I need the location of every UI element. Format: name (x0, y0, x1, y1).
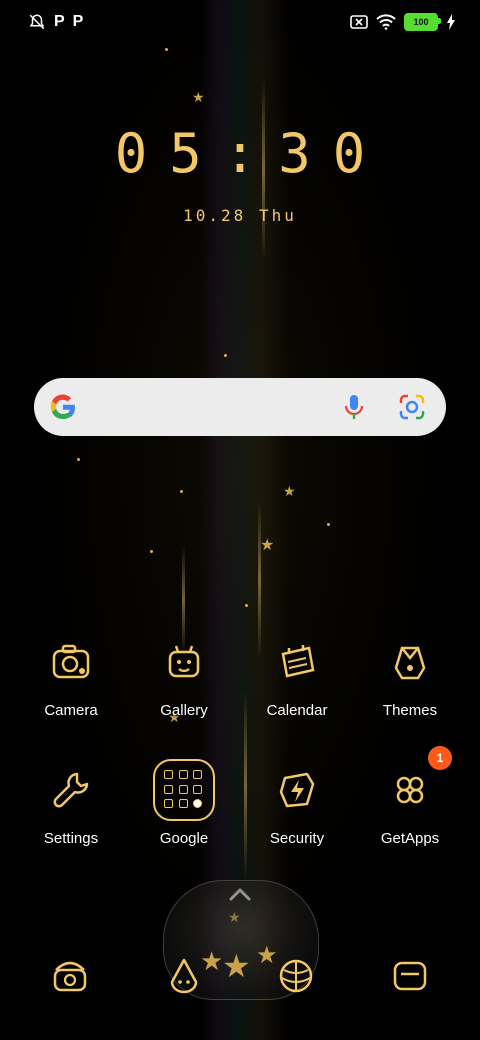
battery-level: 100 (413, 17, 429, 27)
wrench-icon (53, 772, 89, 808)
flower-icon (396, 776, 424, 804)
app-security[interactable]: Security (242, 768, 352, 847)
google-g-icon (50, 394, 76, 420)
wifi-icon (376, 14, 396, 30)
app-label: Calendar (266, 702, 328, 719)
star-decoration: ★ (283, 483, 296, 499)
notes-icon[interactable] (390, 956, 430, 996)
app-label: Themes (382, 702, 438, 719)
app-folder-google[interactable]: Google (129, 759, 239, 847)
app-themes[interactable]: Themes (355, 640, 465, 719)
messages-icon[interactable] (164, 956, 204, 996)
p-icon: P (72, 13, 84, 30)
charging-icon (447, 14, 455, 30)
sparkle-decoration (165, 48, 168, 51)
wallpaper-streak (258, 500, 261, 660)
camera-icon (52, 644, 90, 679)
notification-badge: 1 (428, 746, 452, 770)
app-label: GetApps (380, 830, 440, 847)
p-icon: P (54, 13, 65, 30)
star-decoration: ★ (192, 89, 205, 105)
app-label: Google (159, 830, 209, 847)
app-label: Settings (43, 830, 99, 847)
sparkle-decoration (77, 458, 80, 461)
gallery-icon (168, 645, 200, 678)
wallpaper-streak (182, 545, 185, 655)
sparkle-decoration (224, 354, 227, 357)
star-decoration: ★ (260, 537, 275, 554)
clock-date[interactable]: 10.28 Thu (0, 206, 480, 225)
shield-icon (279, 772, 315, 808)
phone-icon[interactable] (50, 956, 90, 996)
app-label: Camera (44, 702, 98, 719)
star-decoration: ★ (222, 948, 251, 984)
status-bar: P P 100 (28, 10, 456, 34)
star-decoration: ★ (256, 942, 278, 969)
sparkle-decoration (180, 490, 183, 493)
themes-icon (394, 646, 426, 680)
app-label: Gallery (160, 702, 208, 719)
app-settings[interactable]: Settings (16, 768, 126, 847)
browser-icon[interactable] (276, 956, 316, 996)
sparkle-decoration (150, 550, 153, 553)
notifications-off-icon (29, 14, 45, 30)
sparkle-decoration (245, 604, 248, 607)
sim-off-icon (350, 15, 368, 29)
app-calendar[interactable]: Calendar (242, 640, 352, 719)
clock-time[interactable]: 05:30 (0, 122, 480, 185)
app-gallery[interactable]: Gallery (129, 640, 239, 719)
microphone-icon[interactable] (342, 393, 366, 421)
sparkle-decoration (327, 523, 330, 526)
app-getapps[interactable]: GetApps (355, 768, 465, 847)
app-label: Security (269, 830, 325, 847)
app-camera[interactable]: Camera (16, 640, 126, 719)
folder-icon (153, 759, 215, 821)
calendar-icon (281, 645, 315, 678)
google-lens-icon[interactable] (398, 394, 426, 420)
google-search-bar[interactable] (34, 378, 446, 436)
battery-icon: 100 (404, 13, 441, 31)
